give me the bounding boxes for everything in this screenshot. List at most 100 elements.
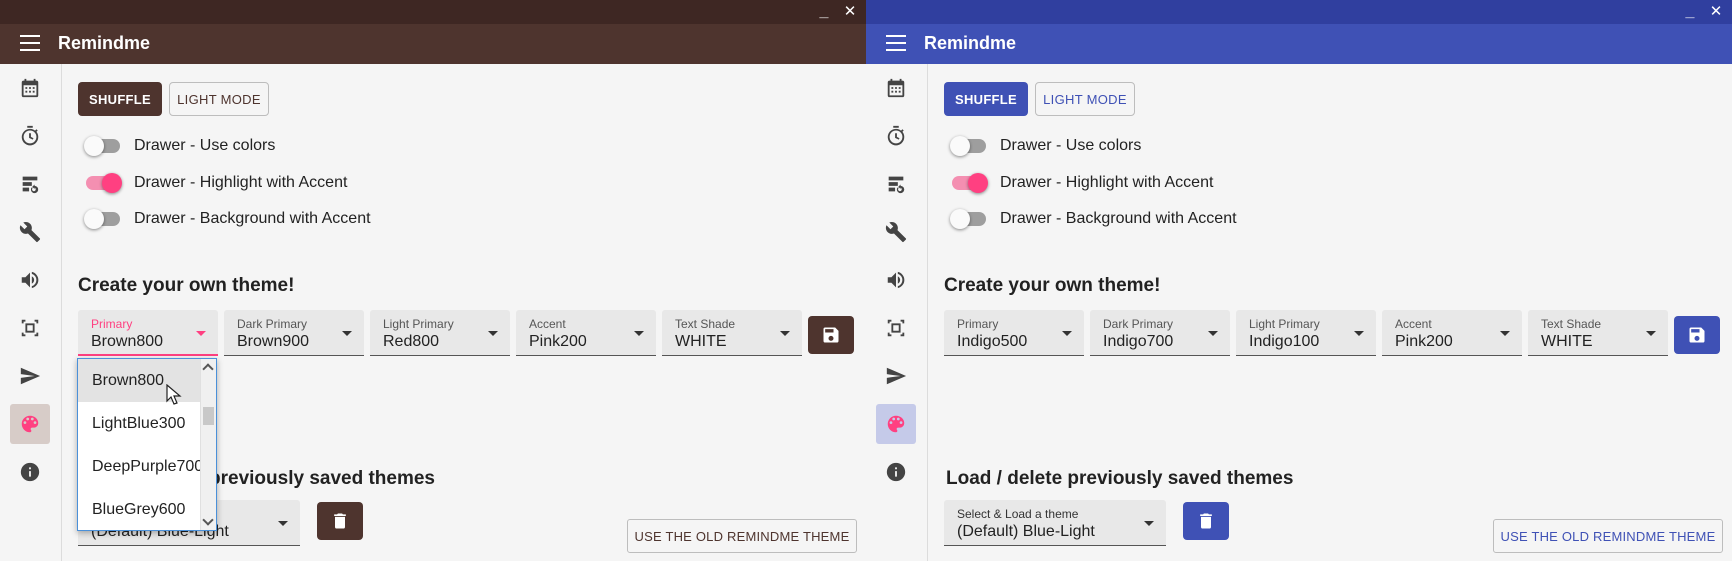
image-frame-icon: [887, 319, 905, 337]
app-bar: Remindme: [0, 24, 866, 64]
calendar-icon: [21, 78, 39, 98]
scroll-down-icon[interactable]: [202, 514, 214, 526]
app-title: Remindme: [924, 33, 1017, 53]
field-value: Pink200: [529, 333, 587, 350]
field-value: Brown800: [91, 333, 164, 350]
info-icon: [20, 462, 40, 482]
highlight-accent-switch[interactable]: [950, 171, 988, 195]
use-colors-switch[interactable]: [950, 134, 988, 158]
nav-themes[interactable]: [876, 404, 916, 444]
field-value: WHITE: [1541, 333, 1593, 350]
light-primary-dropdown[interactable]: Light Primary Indigo100: [1236, 310, 1376, 356]
toggle-label: Drawer - Use colors: [1000, 137, 1142, 154]
nav-send[interactable]: [10, 356, 50, 396]
field-value: (Default) Blue-Light: [957, 523, 1095, 540]
nav-themes[interactable]: [10, 404, 50, 444]
background-accent-switch[interactable]: [84, 207, 122, 231]
delete-theme-button[interactable]: [317, 502, 363, 540]
field-value: Brown900: [237, 333, 310, 350]
dropdown-arrow-icon: [1500, 331, 1510, 336]
nav-send[interactable]: [876, 356, 916, 396]
nav-tools[interactable]: [876, 212, 916, 252]
dropdown-option[interactable]: BlueGrey600: [78, 488, 200, 530]
dropdown-arrow-icon: [1354, 331, 1364, 336]
light-mode-button[interactable]: LIGHT MODE: [169, 82, 269, 116]
volume-icon: [887, 271, 905, 289]
text-shade-dropdown[interactable]: Text Shade WHITE: [1528, 310, 1668, 356]
dropdown-arrow-icon: [196, 331, 206, 336]
toggle-highlight-accent[interactable]: Drawer - Highlight with Accent: [84, 171, 347, 195]
nav-timer[interactable]: [10, 116, 50, 156]
toggle-highlight-accent[interactable]: Drawer - Highlight with Accent: [950, 171, 1213, 195]
trash-icon: [1200, 513, 1212, 529]
close-button[interactable]: ✕: [1706, 2, 1726, 22]
dropdown-option[interactable]: DeepPurple700: [78, 445, 200, 488]
field-label: Primary: [91, 317, 133, 331]
nav-sidebar: [0, 64, 62, 561]
close-button[interactable]: ✕: [840, 2, 860, 22]
toggle-use-colors[interactable]: Drawer - Use colors: [84, 134, 275, 158]
save-theme-button[interactable]: [808, 316, 854, 354]
toggle-label: Drawer - Background with Accent: [1000, 210, 1237, 227]
minimize-button[interactable]: _: [1680, 2, 1700, 22]
load-theme-dropdown[interactable]: Select & Load a theme (Default) Blue-Lig…: [944, 500, 1166, 546]
palette-icon: [887, 415, 905, 433]
toggle-background-accent[interactable]: Drawer - Background with Accent: [950, 207, 1237, 231]
dark-primary-dropdown[interactable]: Dark Primary Brown900: [224, 310, 364, 356]
text-shade-dropdown[interactable]: Text Shade WHITE: [662, 310, 802, 356]
toggle-background-accent[interactable]: Drawer - Background with Accent: [84, 207, 371, 231]
dropdown-option[interactable]: LightBlue300: [78, 402, 200, 445]
field-label: Select & Load a theme: [957, 507, 1079, 521]
create-theme-title: Create your own theme!: [78, 275, 295, 296]
window-titlebar: _ ✕: [0, 0, 866, 24]
app-title: Remindme: [58, 33, 151, 53]
nav-timer[interactable]: [876, 116, 916, 156]
nav-backup[interactable]: [876, 164, 916, 204]
database-refresh-icon: [22, 176, 39, 194]
nav-display[interactable]: [10, 308, 50, 348]
field-label: Light Primary: [383, 317, 454, 331]
background-accent-switch[interactable]: [950, 207, 988, 231]
hamburger-menu-icon[interactable]: [20, 35, 40, 53]
use-old-theme-button[interactable]: USE THE OLD REMINDME THEME: [627, 519, 857, 553]
toggle-label: Drawer - Highlight with Accent: [134, 174, 348, 191]
shuffle-button[interactable]: SHUFFLE: [944, 82, 1028, 116]
toggle-label: Drawer - Highlight with Accent: [1000, 174, 1214, 191]
dropdown-arrow-icon: [1062, 331, 1072, 336]
nav-backup[interactable]: [10, 164, 50, 204]
shuffle-button[interactable]: SHUFFLE: [78, 82, 162, 116]
highlight-accent-switch[interactable]: [84, 171, 122, 195]
nav-tools[interactable]: [10, 212, 50, 252]
light-mode-button[interactable]: LIGHT MODE: [1035, 82, 1135, 116]
nav-about[interactable]: [876, 452, 916, 492]
accent-dropdown[interactable]: Accent Pink200: [516, 310, 656, 356]
scroll-thumb[interactable]: [203, 407, 214, 425]
timer-icon: [887, 125, 905, 146]
use-colors-switch[interactable]: [84, 134, 122, 158]
save-theme-button[interactable]: [1674, 316, 1720, 354]
nav-display[interactable]: [876, 308, 916, 348]
nav-sound[interactable]: [876, 260, 916, 300]
nav-about[interactable]: [10, 452, 50, 492]
dark-primary-dropdown[interactable]: Dark Primary Indigo700: [1090, 310, 1230, 356]
hamburger-menu-icon[interactable]: [886, 35, 906, 53]
delete-theme-button[interactable]: [1183, 502, 1229, 540]
load-theme-title: Load / delete previously saved themes: [946, 468, 1294, 489]
popup-scrollbar[interactable]: [200, 359, 216, 530]
field-label: Dark Primary: [237, 317, 308, 331]
field-value: Indigo700: [1103, 333, 1174, 350]
scroll-up-icon[interactable]: [202, 363, 214, 375]
primary-dropdown[interactable]: Primary Indigo500: [944, 310, 1084, 356]
accent-dropdown[interactable]: Accent Pink200: [1382, 310, 1522, 356]
themes-page: SHUFFLE LIGHT MODE Drawer - Use colors D…: [928, 64, 1732, 561]
primary-dropdown[interactable]: Primary Brown800: [78, 310, 218, 356]
nav-calendar[interactable]: [10, 68, 50, 108]
nav-sound[interactable]: [10, 260, 50, 300]
light-primary-dropdown[interactable]: Light Primary Red800: [370, 310, 510, 356]
minimize-button[interactable]: _: [814, 2, 834, 22]
nav-calendar[interactable]: [876, 68, 916, 108]
use-old-theme-button[interactable]: USE THE OLD REMINDME THEME: [1493, 519, 1723, 553]
wrench-icon: [885, 222, 907, 243]
toggle-use-colors[interactable]: Drawer - Use colors: [950, 134, 1141, 158]
primary-dropdown-popup[interactable]: Brown800 LightBlue300 DeepPurple700 Blue…: [77, 358, 217, 531]
